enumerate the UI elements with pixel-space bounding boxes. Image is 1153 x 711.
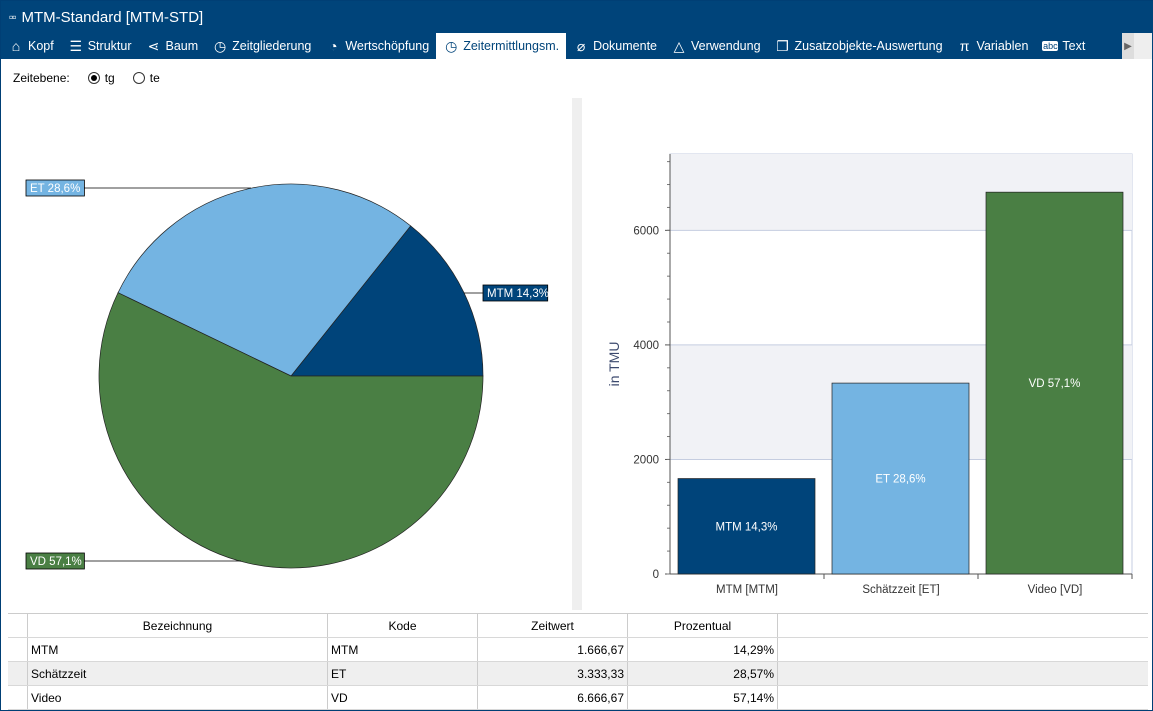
select-all-corner[interactable]	[8, 614, 28, 637]
pie-label: MTM 14,3%	[487, 288, 549, 300]
y-tick-label: 6000	[633, 225, 659, 237]
y-tick-label: 0	[653, 569, 659, 581]
row-header[interactable]	[8, 662, 28, 685]
column-header[interactable]: Prozentual	[628, 614, 778, 637]
bar-label: VD 57,1%	[1029, 378, 1081, 390]
x-tick-label: Schätzzeit [ET]	[862, 584, 939, 596]
row-header[interactable]	[8, 686, 28, 709]
data-table: Bezeichnung Kode Zeitwert Prozentual MTM MTM 1…	[8, 613, 1148, 711]
table-cell: 3.333,33	[478, 662, 628, 685]
y-axis-label: in TMU	[606, 342, 622, 387]
y-tick-label: 4000	[633, 340, 659, 352]
table-cell: Video	[28, 686, 328, 709]
row-header[interactable]	[8, 638, 28, 661]
charts: MTM 14,3% ET 28,6% VD 57,1% 0 2000 4000 6000 in…	[25, 153, 1133, 596]
table-cell: VD	[328, 686, 478, 709]
table-cell: Schätzzeit	[28, 662, 328, 685]
bar-label: ET 28,6%	[875, 474, 925, 486]
table-row[interactable]: MTM MTM 1.666,67 14,29%	[8, 638, 1148, 662]
table-header: Bezeichnung Kode Zeitwert Prozentual	[8, 614, 1148, 638]
table-row[interactable]: Video VD 6.666,67 57,14%	[8, 686, 1148, 710]
table-cell: 14,29%	[628, 638, 778, 661]
pie-label: VD 57,1%	[30, 556, 82, 568]
column-header[interactable]: Zeitwert	[478, 614, 628, 637]
x-tick-label: MTM [MTM]	[716, 584, 778, 596]
table-cell: 6.666,67	[478, 686, 628, 709]
column-header[interactable]: Kode	[328, 614, 478, 637]
bar-label: MTM 14,3%	[716, 521, 778, 533]
x-tick-label: Video [VD]	[1028, 584, 1083, 596]
table-cell: 57,14%	[628, 686, 778, 709]
y-tick-label: 2000	[633, 454, 659, 466]
table-cell: MTM	[28, 638, 328, 661]
table-row[interactable]: Schätzzeit ET 3.333,33 28,57%	[8, 662, 1148, 686]
table-cell: 1.666,67	[478, 638, 628, 661]
pie-label: ET 28,6%	[30, 183, 80, 195]
table-cell: 28,57%	[628, 662, 778, 685]
table-cell: MTM	[328, 638, 478, 661]
column-header[interactable]: Bezeichnung	[28, 614, 328, 637]
table-cell: ET	[328, 662, 478, 685]
